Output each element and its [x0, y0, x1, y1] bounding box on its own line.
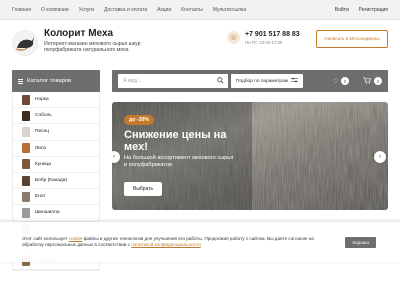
privacy-policy-link[interactable]: политикой конфиденциальности: [131, 242, 200, 247]
search-input[interactable]: Я ищу...: [118, 74, 228, 88]
sidebar-item-fox[interactable]: Лиса: [13, 141, 99, 157]
nav-link-home[interactable]: Главная: [12, 7, 31, 13]
raccoon-thumbnail: [22, 191, 30, 202]
search-placeholder: Я ищу...: [123, 78, 142, 84]
banner-subtitle: На большой ассортимент мехового сырья и …: [124, 155, 234, 168]
nav-link-services[interactable]: Услуги: [79, 7, 94, 13]
search-bar: Я ищу... Подбор по параметрам ♡ 0 0: [112, 70, 388, 92]
favorites-count: 0: [341, 77, 349, 85]
sidebar-item-label: Лиса: [35, 145, 46, 151]
phone-block: ☏ +7 901 517 88 83 Пн-Пт: 10:00-17:00: [227, 31, 300, 45]
nav-link-contacts[interactable]: Контакты: [181, 7, 203, 13]
cookie-banner: Этот сайт использует cookie-файлы и друг…: [0, 222, 400, 262]
banner-title: Снижение цены на мех!: [124, 129, 227, 153]
sable-thumbnail: [22, 110, 30, 121]
top-nav: Главная О компании Услуги Доставка и опл…: [0, 0, 400, 20]
favorites-button[interactable]: ♡ 0: [333, 77, 349, 85]
phone-icon: ☏: [227, 31, 240, 44]
sidebar-item-arctic-fox[interactable]: Песец: [13, 124, 99, 141]
chevron-right-icon[interactable]: ›: [374, 151, 386, 163]
working-hours: Пн-Пт: 10:00-17:00: [245, 40, 283, 45]
filter-params-label: Подбор по параметрам: [236, 78, 289, 84]
promo-banner[interactable]: до -30% Снижение цены на мех! На большой…: [112, 102, 388, 210]
marten-thumbnail: [22, 159, 30, 170]
sidebar-item-label: Песец: [35, 129, 49, 135]
phone-number[interactable]: +7 901 517 88 83: [245, 31, 300, 39]
heart-icon: ♡: [332, 78, 338, 85]
sidebar-item-marten[interactable]: Куница: [13, 157, 99, 173]
sidebar-item-label: Норка: [35, 97, 49, 103]
sidebar-item-label: Куница: [35, 161, 51, 167]
login-link[interactable]: Войти: [335, 7, 349, 13]
sliders-icon: [291, 77, 299, 85]
choose-button[interactable]: Выбрать: [124, 182, 163, 196]
chinchilla-thumbnail: [22, 207, 30, 218]
site-header: Колорит Меха Интернет-магазин мехового с…: [0, 20, 400, 70]
discount-badge: до -30%: [124, 115, 155, 125]
sidebar-item-beaver[interactable]: Бобр (Канада): [13, 173, 99, 190]
cart-count: 0: [374, 77, 382, 85]
arctic-fox-thumbnail: [22, 126, 30, 137]
nav-link-promos[interactable]: Акции: [157, 7, 171, 13]
sidebar-item-label: Енот: [35, 194, 46, 200]
messenger-button[interactable]: Написать в Мессенджеры: [316, 30, 388, 48]
brand-name[interactable]: Колорит Меха: [44, 28, 174, 40]
sidebar-item-label: Бобр (Канада): [35, 178, 68, 184]
register-link[interactable]: Регистрация: [359, 7, 388, 13]
menu-icon: [18, 78, 23, 84]
cookie-link[interactable]: cookie: [69, 236, 82, 241]
beaver-thumbnail: [22, 175, 30, 186]
sidebar-item-mink[interactable]: Норка: [13, 92, 99, 109]
catalog-title: Каталог товаров: [27, 78, 72, 84]
cookie-accept-button[interactable]: Хорошо: [345, 236, 376, 248]
brand-tagline: Интернет-магазин мехового сырья шкур пол…: [44, 41, 141, 54]
nav-link-delivery[interactable]: Доставка и оплата: [104, 7, 147, 13]
cookie-text: Этот сайт использует cookie-файлы и друг…: [22, 236, 332, 248]
page: Главная О компании Услуги Доставка и опл…: [0, 0, 400, 281]
cookie-text-part: Этот сайт использует: [22, 235, 69, 241]
cart-icon: [363, 77, 372, 86]
sidebar-item-sable[interactable]: Соболь: [13, 108, 99, 125]
sidebar-item-chinchilla[interactable]: Шиншилла: [13, 205, 99, 222]
sidebar-item-raccoon[interactable]: Енот: [13, 189, 99, 206]
filter-params-button[interactable]: Подбор по параметрам: [231, 74, 304, 88]
sidebar-item-label: Соболь: [35, 113, 52, 119]
fox-thumbnail: [22, 143, 30, 154]
sidebar-item-label: Шиншилла: [35, 210, 60, 216]
nav-link-about[interactable]: О компании: [41, 7, 69, 13]
cart-button[interactable]: 0: [363, 77, 382, 86]
catalog-button[interactable]: Каталог товаров: [12, 70, 100, 92]
search-icon[interactable]: [217, 77, 224, 86]
fox-logo-icon[interactable]: [12, 30, 38, 56]
mink-thumbnail: [22, 94, 30, 105]
search-row: Каталог товаров Я ищу... Подбор по парам…: [0, 70, 400, 92]
nav-link-multilink[interactable]: Мультиссылка: [213, 7, 246, 13]
